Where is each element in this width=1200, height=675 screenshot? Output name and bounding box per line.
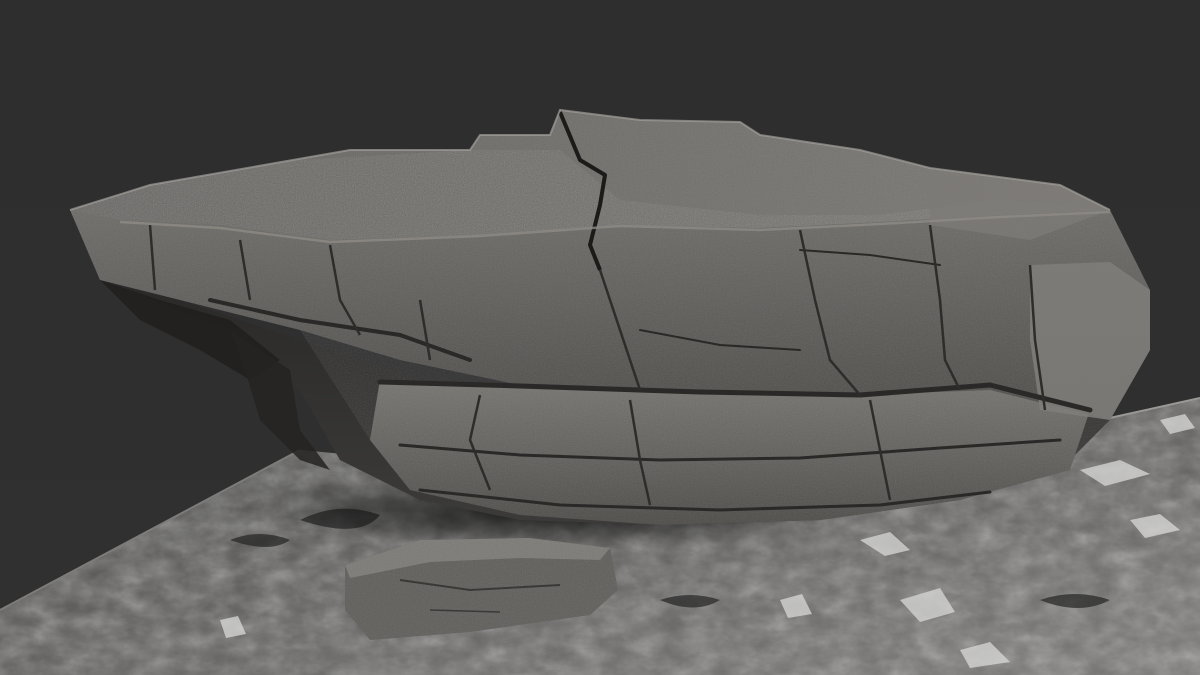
- rock-render-svg: [0, 0, 1200, 675]
- viewport-render: [0, 0, 1200, 675]
